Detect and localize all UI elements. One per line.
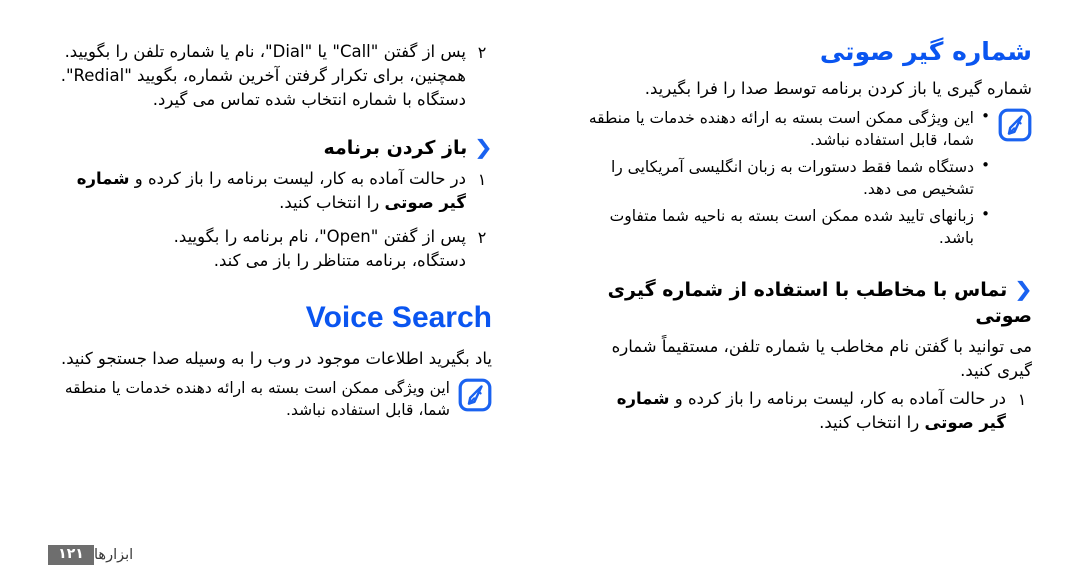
step-item: ۲ پس از گفتن "Open"، نام برنامه را بگویی… (48, 225, 492, 273)
step-text-prefix: در حالت آماده به کار، لیست برنامه را باز… (129, 169, 466, 189)
note-body: این ویژگی ممکن است بسته به ارائه دهنده خ… (588, 106, 990, 254)
heading-voice-dialer: شماره گیر صوتی (819, 37, 1032, 66)
note-bullet-item: این ویژگی ممکن است بسته به ارائه دهنده خ… (588, 106, 990, 151)
call-contact-intro: می توانید با گفتن نام مخاطب یا شماره تلف… (611, 337, 1032, 381)
note-pen-icon (458, 378, 492, 412)
page-footer: ۱۲۱ ابزارها (0, 540, 1080, 570)
heading-open-app-label: باز کردن برنامه (323, 136, 468, 159)
step-item: ۱ در حالت آماده به کار، لیست برنامه را ب… (48, 167, 492, 215)
step-text: در حالت آماده به کار، لیست برنامه را باز… (48, 167, 466, 215)
open-app-steps: ۱ در حالت آماده به کار، لیست برنامه را ب… (48, 167, 492, 273)
heading-call-contact-label: تماس با مخاطب با استفاده از شماره گیری ص… (607, 279, 1032, 327)
step-item: ۲ پس از گفتن "Call" یا "Dial"، نام یا شم… (48, 40, 492, 112)
manual-page: شماره گیر صوتی شماره گیری یا باز کردن بر… (0, 0, 1080, 586)
step-text: پس از گفتن "Open"، نام برنامه را بگویید. (173, 227, 466, 247)
voice-dialer-intro: شماره گیری یا باز کردن برنامه توسط صدا ر… (644, 79, 1032, 99)
step-number: ۲ (477, 228, 487, 248)
voice-dialer-steps-continued: ۲ پس از گفتن "Call" یا "Dial"، نام یا شم… (48, 40, 492, 112)
step-text: پس از گفتن "Call" یا "Dial"، نام یا شمار… (60, 42, 466, 85)
chevron-left-icon: ❮ (473, 134, 494, 159)
right-column: شماره گیر صوتی شماره گیری یا باز کردن بر… (540, 0, 1080, 520)
note-pen-icon (998, 108, 1032, 142)
heading-call-contact: ❮تماس با مخاطب با استفاده از شماره گیری … (588, 276, 1034, 329)
note-body: این ویژگی ممکن است بسته به ارائه دهنده خ… (48, 377, 450, 421)
step-subtext: دستگاه، برنامه متناظر را باز می کند. (213, 251, 466, 271)
note-box-voice-dialer: این ویژگی ممکن است بسته به ارائه دهنده خ… (588, 106, 1032, 254)
footer-section-label: ابزارها (94, 546, 134, 563)
note-box-voice-search: این ویژگی ممکن است بسته به ارائه دهنده خ… (48, 377, 492, 421)
step-number: ۲ (477, 43, 487, 62)
note-bullet-item: زبانهای تایید شده ممکن است بسته به ناحیه… (588, 204, 990, 249)
step-text-prefix: در حالت آماده به کار، لیست برنامه را باز… (669, 389, 1006, 409)
call-contact-steps: ۱ در حالت آماده به کار، لیست برنامه را ب… (588, 387, 1032, 435)
step-text: در حالت آماده به کار، لیست برنامه را باز… (588, 387, 1006, 435)
voice-search-intro: یاد بگیرید اطلاعات موجود در وب را به وسی… (60, 348, 492, 368)
step-content: پس از گفتن "Call" یا "Dial"، نام یا شمار… (48, 40, 472, 112)
footer-inner: ۱۲۱ ابزارها (48, 544, 143, 566)
step-subtext: دستگاه با شماره انتخاب شده تماس می گیرد. (152, 89, 466, 109)
step-item: ۱ در حالت آماده به کار، لیست برنامه را ب… (588, 387, 1032, 435)
note-text: این ویژگی ممکن است بسته به ارائه دهنده خ… (64, 378, 450, 419)
step-content: در حالت آماده به کار، لیست برنامه را باز… (48, 167, 472, 215)
left-column: ۲ پس از گفتن "Call" یا "Dial"، نام یا شم… (0, 0, 540, 520)
page-columns: شماره گیر صوتی شماره گیری یا باز کردن بر… (0, 0, 1080, 520)
step-number: ۱ (1017, 390, 1027, 410)
chevron-left-icon: ❮ (1013, 277, 1034, 302)
page-number-badge: ۱۲۱ (48, 544, 94, 566)
step-content: پس از گفتن "Open"، نام برنامه را بگویید.… (48, 225, 472, 273)
step-text-suffix: را انتخاب کنید. (819, 413, 925, 433)
note-bullet-list: این ویژگی ممکن است بسته به ارائه دهنده خ… (588, 106, 990, 249)
step-text-suffix: را انتخاب کنید. (279, 193, 385, 213)
heading-open-app: ❮باز کردن برنامه (48, 134, 494, 162)
note-bullet-item: دستگاه شما فقط دستورات به زبان انگلیسی آ… (588, 155, 990, 200)
step-content: در حالت آماده به کار، لیست برنامه را باز… (588, 387, 1012, 435)
heading-voice-search: Voice Search (305, 301, 492, 335)
step-number: ۱ (477, 170, 487, 190)
